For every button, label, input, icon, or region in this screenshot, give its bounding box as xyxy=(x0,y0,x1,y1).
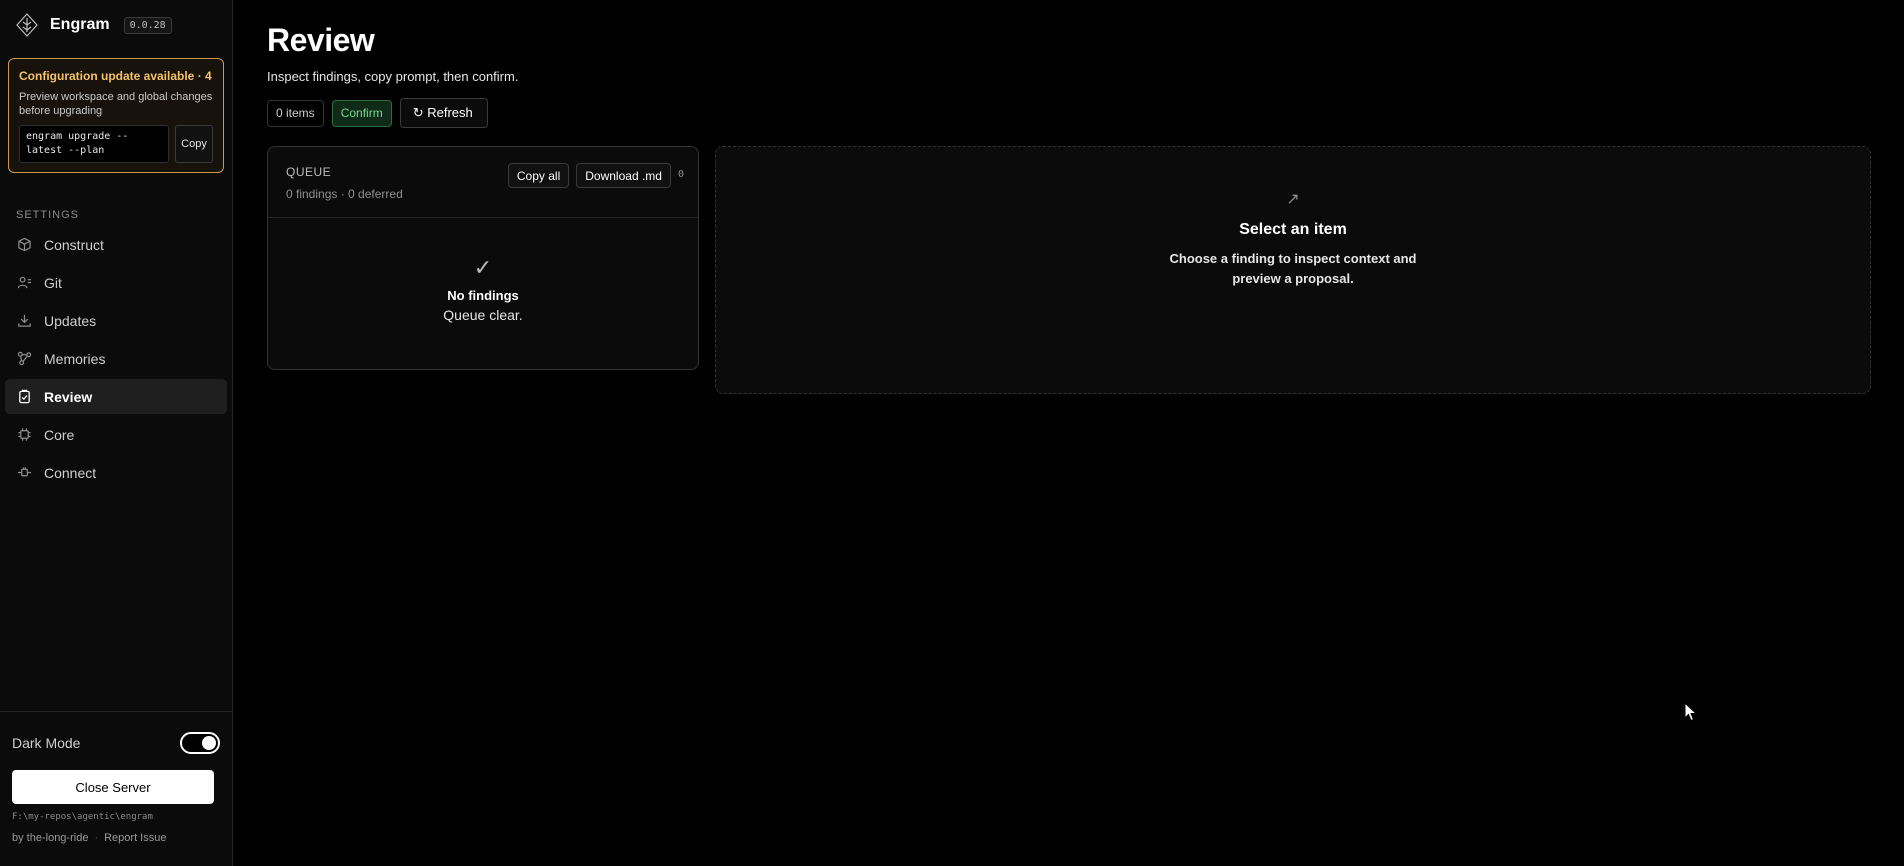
brand-header: Engram 0.0.28 xyxy=(0,0,232,50)
empty-subtitle: Queue clear. xyxy=(443,307,523,323)
dark-mode-row: Dark Mode xyxy=(12,728,220,758)
app-root: Engram 0.0.28 Configuration update avail… xyxy=(0,0,1904,866)
toggle-knob xyxy=(202,736,216,750)
report-issue-link[interactable]: Report Issue xyxy=(104,832,166,844)
download-md-button[interactable]: Download .md xyxy=(576,163,671,188)
sidebar-item-label: Memories xyxy=(44,350,106,367)
copy-command-button[interactable]: Copy xyxy=(175,125,213,163)
sidebar-item-core[interactable]: Core xyxy=(5,417,227,452)
sidebar-item-memories[interactable]: Memories xyxy=(5,341,227,376)
queue-count: 0 xyxy=(677,169,684,180)
sidebar-item-construct[interactable]: Construct xyxy=(5,227,227,262)
footer-links: by the-long-ride · Report Issue xyxy=(12,832,220,844)
sidebar-item-updates[interactable]: Updates xyxy=(5,303,227,338)
clipboard-check-icon xyxy=(16,389,32,405)
sidebar: Engram 0.0.28 Configuration update avail… xyxy=(0,0,233,866)
queue-actions: Copy all Download .md 0 xyxy=(507,163,684,217)
author-link[interactable]: by the-long-ride xyxy=(12,832,88,844)
sidebar-item-label: Git xyxy=(44,274,62,291)
sidebar-nav: Construct Git Updates Memories Review Co… xyxy=(0,227,232,493)
items-count-badge: 0 items xyxy=(267,99,324,127)
page-title: Review xyxy=(267,22,375,58)
detail-description: Choose a finding to inspect context and … xyxy=(1169,251,1417,286)
sidebar-item-label: Review xyxy=(44,388,93,405)
review-toolbar: 0 items Confirm ↻ Refresh xyxy=(267,98,1904,128)
refresh-button[interactable]: ↻ Refresh xyxy=(399,98,488,128)
sidebar-item-label: Connect xyxy=(44,464,97,481)
page-subtitle: Inspect findings, copy prompt, then conf… xyxy=(267,69,519,84)
cube-icon xyxy=(16,237,32,253)
graph-nodes-icon xyxy=(16,351,32,367)
copy-all-button[interactable]: Copy all xyxy=(507,163,570,188)
sidebar-item-label: Updates xyxy=(44,312,97,329)
chip-icon xyxy=(16,427,32,443)
review-panels: QUEUE 0 findings · 0 deferred Copy all D… xyxy=(267,146,1904,394)
brand-name: Engram xyxy=(50,16,110,33)
queue-empty-state: ✓ No findings Queue clear. xyxy=(268,218,698,324)
version-badge: 0.0.28 xyxy=(123,16,172,34)
detail-title: Select an item xyxy=(1239,221,1347,238)
mouse-cursor-icon xyxy=(1684,701,1698,727)
close-server-button[interactable]: Close Server xyxy=(12,770,214,804)
queue-header: QUEUE 0 findings · 0 deferred Copy all D… xyxy=(268,147,698,218)
detail-panel: ↗ Select an item Choose a finding to ins… xyxy=(715,146,1871,394)
queue-panel: QUEUE 0 findings · 0 deferred Copy all D… xyxy=(267,146,699,370)
sidebar-item-review[interactable]: Review xyxy=(5,379,227,414)
engram-logo-icon xyxy=(14,12,40,38)
plug-icon xyxy=(16,465,32,481)
update-title: Configuration update available · 4 xyxy=(19,69,212,83)
queue-meta: 0 findings · 0 deferred xyxy=(286,187,403,201)
sidebar-item-connect[interactable]: Connect xyxy=(5,455,227,490)
git-user-icon xyxy=(16,275,32,291)
update-command-row: engram upgrade --latest --plan Copy xyxy=(19,125,213,163)
empty-title: No findings xyxy=(447,288,519,303)
sidebar-item-git[interactable]: Git xyxy=(5,265,227,300)
dark-mode-toggle[interactable] xyxy=(180,732,220,754)
dark-mode-label: Dark Mode xyxy=(12,735,81,751)
queue-title: QUEUE xyxy=(286,165,332,179)
settings-section-label: SETTINGS xyxy=(16,209,80,221)
arrow-up-right-icon: ↗ xyxy=(1286,191,1300,208)
main-content: Review Inspect findings, copy prompt, th… xyxy=(233,0,1904,866)
footer-separator: · xyxy=(94,832,99,844)
check-icon: ✓ xyxy=(473,255,493,280)
workspace-path: F:\my-repos\agentic\engram xyxy=(12,812,153,822)
update-card: Configuration update available · 4 Previ… xyxy=(8,58,224,173)
upgrade-command: engram upgrade --latest --plan xyxy=(19,125,169,163)
confirm-button[interactable]: Confirm xyxy=(331,99,392,127)
sidebar-footer: Dark Mode Close Server F:\my-repos\agent… xyxy=(0,711,232,866)
sidebar-item-label: Construct xyxy=(44,236,104,253)
sidebar-item-label: Core xyxy=(44,426,75,443)
update-description: Preview workspace and global changes bef… xyxy=(19,91,213,117)
download-icon xyxy=(16,313,32,329)
